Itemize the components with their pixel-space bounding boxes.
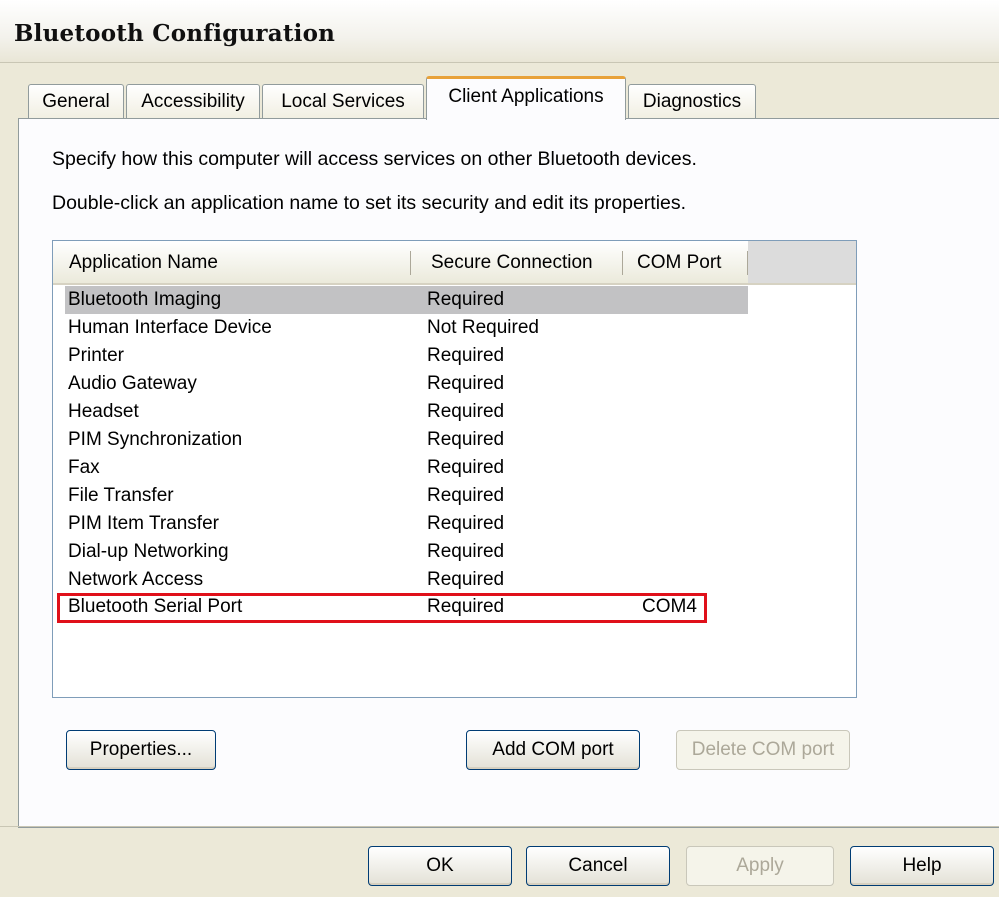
secure-connection: Required — [427, 541, 505, 562]
list-item[interactable]: Audio Gateway Required — [65, 370, 748, 398]
title-bar: Bluetooth Configuration — [0, 0, 999, 63]
secure-connection: Required — [427, 485, 505, 506]
app-name: PIM Item Transfer — [68, 513, 219, 534]
secure-connection: Required — [427, 429, 505, 450]
app-name: Network Access — [68, 569, 204, 590]
list-item[interactable]: PIM Synchronization Required — [65, 426, 748, 454]
list-item-highlighted[interactable]: Bluetooth Serial Port Required COM4 — [57, 593, 707, 623]
list-item[interactable]: PIM Item Transfer Required — [65, 510, 748, 538]
list-item[interactable]: Human Interface Device Not Required — [65, 314, 748, 342]
column-header-application-name[interactable]: Application Name — [53, 241, 411, 285]
column-header-filler — [748, 241, 856, 285]
app-name: Bluetooth Imaging — [68, 289, 222, 310]
column-header-com-port[interactable]: COM Port — [623, 241, 748, 285]
tab-accessibility[interactable]: Accessibility — [126, 84, 260, 118]
com-port: COM4 — [642, 596, 697, 617]
cancel-button[interactable]: Cancel — [526, 846, 670, 886]
secure-connection: Required — [427, 513, 505, 534]
app-name: Bluetooth Serial Port — [68, 596, 243, 617]
app-name: Dial-up Networking — [68, 541, 229, 562]
delete-com-port-button[interactable]: Delete COM port — [676, 730, 850, 770]
app-name: Fax — [68, 457, 100, 478]
ok-button[interactable]: OK — [368, 846, 512, 886]
app-name: File Transfer — [68, 485, 174, 506]
secure-connection: Required — [427, 401, 505, 422]
column-header-secure-connection[interactable]: Secure Connection — [411, 241, 623, 285]
footer-divider — [0, 826, 999, 827]
apply-button[interactable]: Apply — [686, 846, 834, 886]
list-item[interactable]: Fax Required — [65, 454, 748, 482]
properties-button[interactable]: Properties... — [66, 730, 216, 770]
tab-diagnostics[interactable]: Diagnostics — [628, 84, 756, 118]
window-title: Bluetooth Configuration — [14, 20, 336, 47]
help-button[interactable]: Help — [850, 846, 994, 886]
add-com-port-button[interactable]: Add COM port — [466, 730, 640, 770]
dialog-window: Bluetooth Configuration General Accessib… — [0, 0, 999, 897]
list-item[interactable]: Dial-up Networking Required — [65, 538, 748, 566]
list-item[interactable]: Headset Required — [65, 398, 748, 426]
secure-connection: Required — [427, 345, 505, 366]
secure-connection: Required — [427, 289, 505, 310]
description-line-2: Double-click an application name to set … — [52, 192, 687, 214]
app-name: Human Interface Device — [68, 317, 272, 338]
application-list[interactable]: Application Name Secure Connection COM P… — [52, 240, 857, 698]
secure-connection: Required — [427, 569, 505, 590]
app-name: Audio Gateway — [68, 373, 197, 394]
secure-connection: Required — [427, 373, 505, 394]
description-line-1: Specify how this computer will access se… — [52, 148, 697, 170]
list-item[interactable]: Bluetooth Imaging Required — [65, 286, 748, 314]
secure-connection: Required — [427, 596, 505, 617]
app-name: Headset — [68, 401, 139, 422]
tab-local-services[interactable]: Local Services — [262, 84, 424, 118]
tab-client-applications[interactable]: Client Applications — [426, 76, 626, 120]
app-name: PIM Synchronization — [68, 429, 243, 450]
tab-general[interactable]: General — [28, 84, 124, 118]
app-name: Printer — [68, 345, 124, 366]
secure-connection: Required — [427, 457, 505, 478]
list-item[interactable]: Printer Required — [65, 342, 748, 370]
list-item[interactable]: File Transfer Required — [65, 482, 748, 510]
secure-connection: Not Required — [427, 317, 539, 338]
list-item[interactable]: Network Access Required — [65, 566, 748, 594]
